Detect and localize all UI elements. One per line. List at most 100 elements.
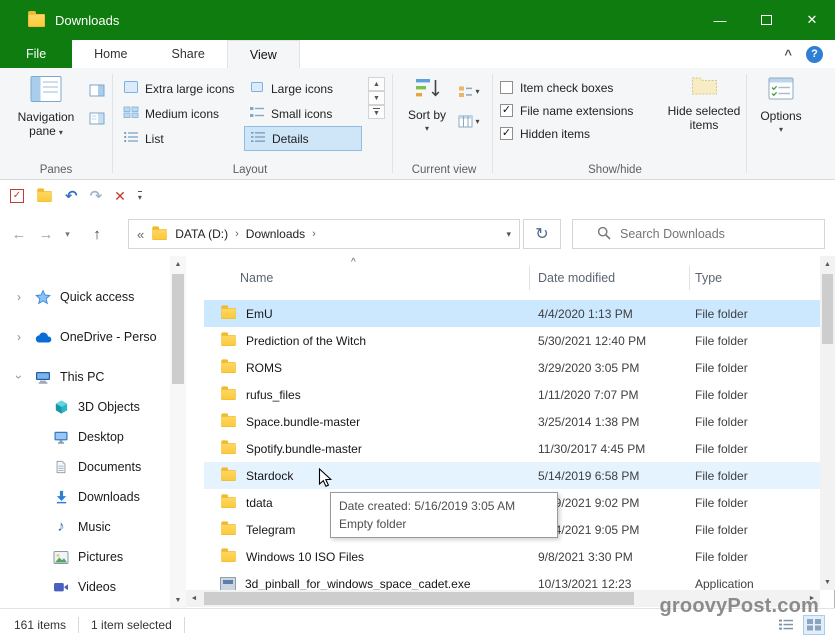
close-button[interactable]: ✕ bbox=[789, 0, 835, 40]
address-dropdown-icon[interactable]: ▾ bbox=[506, 229, 511, 240]
file-row-3d-pinball[interactable]: 3d_pinball_for_windows_space_cadet.exe 1… bbox=[204, 570, 820, 590]
chevron-expanded-icon[interactable]: › bbox=[12, 375, 26, 379]
column-header-type[interactable]: Type bbox=[690, 256, 820, 300]
column-header-label: Name bbox=[240, 271, 273, 285]
layout-option-details[interactable]: Details bbox=[244, 126, 362, 151]
sidebar-item-3d-objects[interactable]: 3D Objects bbox=[0, 392, 170, 422]
scrollbar-thumb[interactable] bbox=[172, 274, 184, 384]
back-button[interactable]: ← bbox=[6, 220, 32, 248]
breadcrumb-separator-icon[interactable]: › bbox=[235, 228, 239, 240]
options-button[interactable]: Options ▾ bbox=[752, 75, 810, 137]
gallery-scroll-down-button[interactable]: ▼ bbox=[368, 91, 385, 105]
tab-view[interactable]: View bbox=[227, 40, 300, 68]
file-row-rufus-files[interactable]: rufus_files 1/11/2020 7:07 PM File folde… bbox=[204, 381, 820, 408]
sort-by-button[interactable]: Sort by ▾ bbox=[400, 75, 454, 136]
sidebar-item-this-pc[interactable]: › This PC bbox=[0, 362, 170, 392]
item-checkbox-qat-icon[interactable]: ✓ bbox=[10, 189, 24, 203]
sidebar-item-onedrive[interactable]: › OneDrive - Perso bbox=[0, 322, 170, 352]
breadcrumb-segment-drive[interactable]: DATA (D:) bbox=[175, 227, 228, 241]
search-icon bbox=[597, 226, 611, 243]
delete-icon[interactable]: ✕ bbox=[114, 188, 126, 205]
file-name-extensions-checkbox[interactable]: ✓ File name extensions bbox=[500, 99, 633, 122]
hide-selected-items-button[interactable]: Hide selected items bbox=[666, 75, 742, 132]
file-row-space-bundle-master[interactable]: Space.bundle-master 3/25/2014 1:38 PM Fi… bbox=[204, 408, 820, 435]
tab-share[interactable]: Share bbox=[150, 40, 227, 68]
file-row-emu[interactable]: EmU 4/4/2020 1:13 PM File folder bbox=[204, 300, 820, 327]
refresh-button[interactable]: ↻ bbox=[523, 219, 561, 249]
sidebar-item-pictures[interactable]: Pictures bbox=[0, 542, 170, 572]
sidebar-item-downloads[interactable]: Downloads bbox=[0, 482, 170, 512]
add-columns-button[interactable]: ▾ bbox=[458, 111, 480, 131]
sidebar-item-documents[interactable]: Documents bbox=[0, 452, 170, 482]
layout-option-list[interactable]: List bbox=[118, 126, 244, 151]
scroll-down-icon[interactable]: ▼ bbox=[170, 592, 186, 608]
maximize-button[interactable] bbox=[743, 0, 789, 40]
search-box[interactable] bbox=[572, 219, 825, 249]
chevron-right-icon[interactable]: › bbox=[17, 330, 21, 344]
address-bar[interactable]: « DATA (D:) › Downloads › ▾ bbox=[128, 219, 520, 249]
scroll-up-icon[interactable]: ▲ bbox=[170, 256, 186, 272]
file-row-windows-10-iso-files[interactable]: Windows 10 ISO Files 9/8/2021 3:30 PM Fi… bbox=[204, 543, 820, 570]
layout-option-extra-large-icons[interactable]: Extra large icons bbox=[118, 76, 244, 101]
hidden-items-checkbox[interactable]: ✓ Hidden items bbox=[500, 122, 633, 145]
layout-option-small-icons[interactable]: Small icons bbox=[244, 101, 362, 126]
downloads-icon bbox=[52, 489, 70, 505]
sidebar-item-desktop[interactable]: Desktop bbox=[0, 422, 170, 452]
help-icon[interactable]: ? bbox=[806, 46, 823, 63]
minimize-button[interactable]: — bbox=[697, 0, 743, 40]
forward-button[interactable]: → bbox=[33, 220, 59, 248]
column-header-name[interactable]: ^ Name bbox=[186, 256, 530, 300]
up-button[interactable]: ↑ bbox=[84, 220, 110, 248]
sidebar-item-quick-access[interactable]: › Quick access bbox=[0, 282, 170, 312]
file-row-prediction-of-the-witch[interactable]: Prediction of the Witch 5/30/2021 12:40 … bbox=[204, 327, 820, 354]
quick-access-star-icon bbox=[34, 289, 52, 305]
address-folder-icon bbox=[153, 228, 167, 239]
breadcrumb-segment-downloads[interactable]: Downloads bbox=[246, 227, 305, 241]
file-name: Spotify.bundle-master bbox=[246, 442, 362, 456]
gallery-more-button[interactable]: ▼ bbox=[368, 105, 385, 119]
file-type: File folder bbox=[695, 469, 748, 483]
file-row-stardock[interactable]: Stardock 5/14/2019 6:58 PM File folder bbox=[204, 462, 820, 489]
group-by-button[interactable]: ▾ bbox=[458, 81, 480, 101]
customize-qat-icon[interactable]: ▾ bbox=[138, 191, 142, 202]
details-view-icon bbox=[250, 130, 266, 147]
file-name: tdata bbox=[246, 496, 273, 510]
redo-icon[interactable]: ↷ bbox=[90, 187, 103, 205]
hide-selected-items-label: Hide selected items bbox=[668, 104, 741, 132]
navigation-pane-scrollbar[interactable]: ▲ ▼ bbox=[170, 256, 186, 608]
tab-file[interactable]: File bbox=[0, 40, 72, 68]
sidebar-item-videos[interactable]: Videos bbox=[0, 572, 170, 602]
layout-option-label: Details bbox=[272, 132, 309, 146]
preview-pane-button[interactable] bbox=[86, 80, 108, 100]
navigation-pane-button[interactable]: Navigation pane▾ bbox=[8, 75, 84, 140]
file-row-roms[interactable]: ROMS 3/29/2020 3:05 PM File folder bbox=[204, 354, 820, 381]
scroll-up-icon[interactable]: ▲ bbox=[820, 256, 835, 272]
gallery-scroll-up-button[interactable]: ▲ bbox=[368, 77, 385, 91]
scroll-left-icon[interactable]: ◄ bbox=[186, 590, 202, 607]
layout-option-medium-icons[interactable]: Medium icons bbox=[118, 101, 244, 126]
scroll-down-icon[interactable]: ▼ bbox=[820, 574, 835, 590]
tab-home[interactable]: Home bbox=[72, 40, 149, 68]
chevron-right-icon[interactable]: › bbox=[17, 290, 21, 304]
scrollbar-thumb[interactable] bbox=[204, 592, 634, 605]
scrollbar-thumb[interactable] bbox=[822, 274, 833, 344]
breadcrumb-separator-icon[interactable]: › bbox=[312, 228, 316, 240]
details-pane-button[interactable] bbox=[86, 108, 108, 128]
recent-locations-dropdown[interactable]: ▾ bbox=[59, 220, 76, 248]
search-input[interactable] bbox=[620, 227, 824, 241]
sidebar-item-label: Downloads bbox=[78, 490, 140, 504]
layout-option-label: Large icons bbox=[271, 82, 333, 96]
file-row-spotify-bundle-master[interactable]: Spotify.bundle-master 11/30/2017 4:45 PM… bbox=[204, 435, 820, 462]
breadcrumb-overflow[interactable]: « bbox=[137, 227, 144, 242]
layout-option-large-icons[interactable]: Large icons bbox=[244, 76, 362, 101]
column-header-date-modified[interactable]: Date modified bbox=[530, 256, 690, 300]
sidebar-item-label: Videos bbox=[78, 580, 116, 594]
watermark: groovyPost.com bbox=[660, 595, 820, 618]
file-list-vertical-scrollbar[interactable]: ▲ ▼ bbox=[820, 256, 835, 590]
new-folder-icon[interactable] bbox=[37, 190, 51, 201]
items-count: 161 items bbox=[0, 618, 66, 632]
undo-icon[interactable]: ↶ bbox=[65, 187, 78, 205]
sidebar-item-music[interactable]: ♪ Music bbox=[0, 512, 170, 542]
ribbon-collapse-icon[interactable]: ^ bbox=[784, 47, 792, 62]
item-check-boxes-checkbox[interactable]: Item check boxes bbox=[500, 76, 633, 99]
